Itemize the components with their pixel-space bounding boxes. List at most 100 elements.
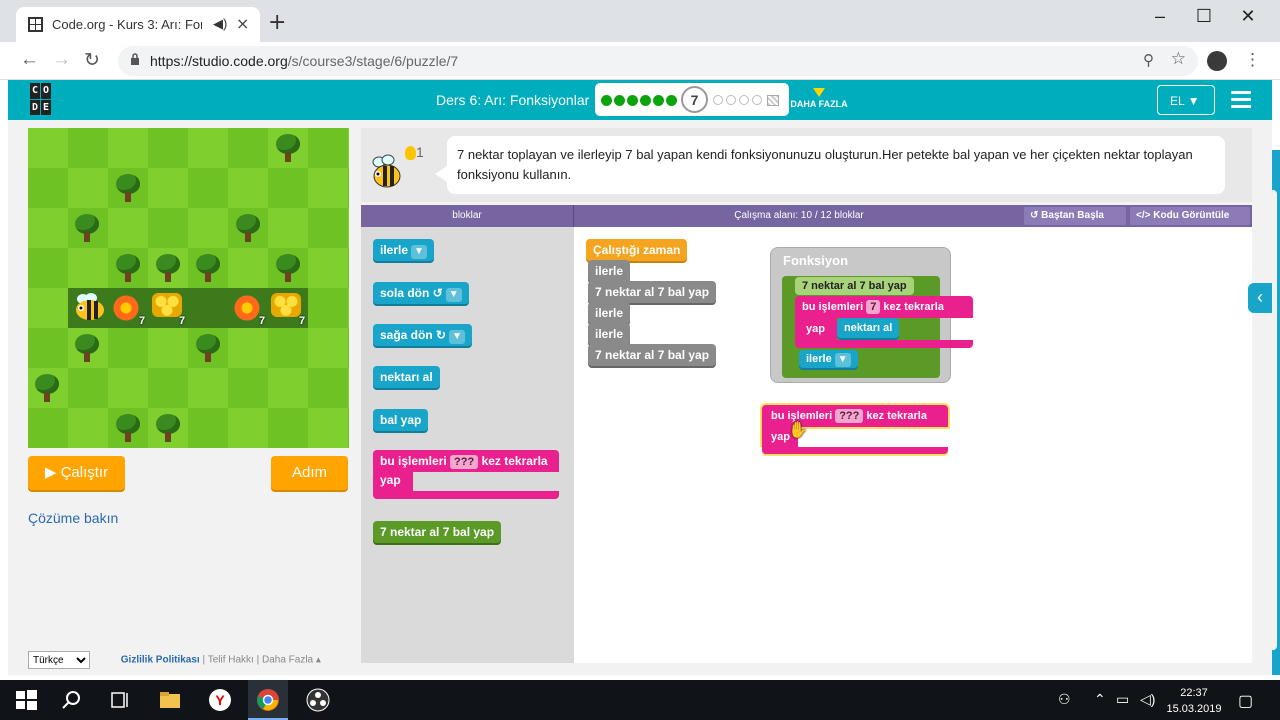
address-bar-row: ← → ↻ https://studio.code.org/s/course3/… [0, 42, 1280, 80]
windows-start-icon[interactable] [14, 688, 38, 712]
program-step[interactable]: ilerle [588, 260, 631, 282]
function-inner-block[interactable]: nektarı al [837, 318, 900, 338]
url-field[interactable]: https://studio.code.org/s/course3/stage/… [118, 46, 1198, 76]
browser-menu-icon[interactable]: ⋮ [1244, 50, 1261, 70]
progress-dot[interactable] [614, 95, 625, 106]
program-step[interactable]: ilerle [588, 323, 631, 345]
privacy-link[interactable]: Gizlilik Politikası [121, 655, 200, 666]
function-definition[interactable]: Fonksiyon 7 nektar al 7 bal yap bu işlem… [770, 247, 973, 383]
zoom-icon[interactable]: ⚲ [1143, 51, 1154, 69]
repeat-count-slot[interactable]: ??? [450, 455, 479, 469]
toolbox-turn-left-block[interactable]: sola dön ↺ ▼ [373, 282, 469, 304]
progress-dot[interactable] [713, 95, 723, 105]
obs-icon[interactable] [306, 688, 330, 712]
new-tab-button[interactable]: + [268, 10, 286, 35]
chrome-icon[interactable] [256, 688, 280, 712]
tray-chevron-icon[interactable]: ⌃ [1094, 691, 1106, 708]
progress-dot[interactable] [752, 95, 762, 105]
bookmark-star-icon[interactable]: ☆ [1171, 49, 1186, 69]
tree-icon [234, 214, 262, 244]
hint-lightbulb-icon[interactable]: 1 [405, 144, 424, 161]
workspace-header: bloklar Çalışma alanı: 10 / 12 bloklar ↺… [361, 205, 1252, 227]
url-domain: https://studio.code.org [150, 53, 288, 69]
minimize-icon[interactable]: – [1140, 6, 1180, 27]
reload-icon[interactable]: ↻ [84, 49, 100, 72]
progress-dot[interactable] [739, 95, 749, 105]
dropdown-arrow-icon[interactable]: ▼ [449, 330, 465, 344]
when-run-block[interactable]: Çalıştığı zaman [586, 239, 688, 261]
progress-dot[interactable] [653, 95, 664, 106]
program-step[interactable]: 7 nektar al 7 bal yap [588, 344, 717, 366]
progress-dot[interactable] [601, 95, 612, 106]
language-select[interactable]: EL ▼ [1157, 85, 1215, 115]
copyright-link[interactable]: Telif Hakkı [208, 655, 254, 666]
finish-flag-icon[interactable] [767, 95, 779, 106]
tree-icon [154, 254, 182, 284]
back-icon[interactable]: ← [20, 49, 39, 71]
repeat-count-slot[interactable]: 7 [866, 300, 881, 314]
progress-dot[interactable] [627, 95, 638, 106]
dropdown-arrow-icon[interactable]: ▼ [834, 353, 851, 367]
dropdown-arrow-icon[interactable]: ▼ [411, 245, 427, 259]
more-link[interactable]: Daha Fazla ▴ [262, 655, 321, 666]
toolbox-function-call-block[interactable]: 7 nektar al 7 bal yap [373, 521, 502, 543]
flower-icon [234, 295, 260, 321]
more-dropdown[interactable]: DAHA FAZLA [789, 88, 849, 109]
restart-icon: ↺ [1030, 210, 1039, 221]
yandex-browser-icon[interactable]: Y [208, 688, 232, 712]
collapse-panel-icon[interactable]: ‹ [1248, 283, 1272, 313]
search-icon[interactable] [60, 688, 84, 712]
toolbox-make-honey-block[interactable]: bal yap [373, 409, 429, 431]
forward-icon[interactable]: → [52, 49, 71, 71]
run-button[interactable]: ▶ Çalıştır [28, 456, 125, 490]
step-button[interactable]: Adım [271, 456, 348, 490]
function-name[interactable]: 7 nektar al 7 bal yap [795, 277, 914, 295]
toolbox-turn-right-block[interactable]: sağa dön ↻ ▼ [373, 324, 472, 346]
file-explorer-icon[interactable] [158, 688, 182, 712]
restart-button[interactable]: ↺ Baştan Başla [1024, 207, 1126, 225]
workspace-label: Çalışma alanı: 10 / 12 bloklar [734, 210, 864, 221]
function-title: Fonksiyon [783, 253, 849, 268]
close-window-icon[interactable]: ✕ [1228, 6, 1268, 27]
workspace-canvas[interactable]: Çalıştığı zaman ilerle 7 nektar al 7 bal… [574, 227, 1252, 663]
hamburger-menu-icon[interactable] [1231, 91, 1251, 112]
lesson-title[interactable]: Ders 6: Arı: Fonksiyonlar [436, 92, 589, 108]
speaker-icon[interactable]: ◀) [213, 16, 227, 32]
hand-cursor-icon: ✋ [788, 422, 808, 439]
network-icon[interactable]: ▭ [1116, 691, 1129, 708]
block-toolbox: ilerle ▼ sola dön ↺ ▼ sağa dön ↻ ▼ nektarı … [361, 227, 574, 663]
browser-tab[interactable]: Code.org - Kurs 3: Arı: Fonks ◀) × [16, 7, 260, 42]
repeat-count-slot[interactable]: ??? [835, 409, 864, 423]
tree-icon [114, 174, 142, 204]
show-code-button[interactable]: </> Kodu Görüntüle [1130, 207, 1250, 225]
people-icon[interactable]: ⚇ [1058, 691, 1071, 708]
tab-title: Code.org - Kurs 3: Arı: Fonks [52, 17, 202, 32]
toolbox-move-block[interactable]: ilerle ▼ [373, 239, 434, 261]
maximize-icon[interactable]: ☐ [1184, 6, 1224, 27]
progress-dot[interactable] [640, 95, 651, 106]
progress-dot[interactable] [726, 95, 736, 105]
flower-count: 7 [259, 315, 266, 327]
function-after-block[interactable]: ilerle ▼ [799, 350, 858, 368]
program-step[interactable]: 7 nektar al 7 bal yap [588, 281, 717, 303]
footer-language-select[interactable]: Türkçe [28, 651, 90, 669]
tree-icon [154, 414, 182, 444]
tree-icon [73, 214, 101, 244]
codeorg-favicon-icon [28, 17, 43, 32]
close-tab-icon[interactable]: × [236, 14, 249, 33]
toolbox-get-nectar-block[interactable]: nektarı al [373, 366, 440, 388]
codeorg-logo[interactable]: C O D E [30, 83, 62, 115]
program-step[interactable]: ilerle [588, 302, 631, 324]
volume-icon[interactable]: ◁) [1140, 691, 1155, 708]
notifications-icon[interactable]: ▢ [1238, 691, 1253, 711]
current-puzzle-number[interactable]: 7 [681, 86, 708, 113]
see-solution-link[interactable]: Çözüme bakın [28, 510, 118, 526]
system-clock[interactable]: 22:37 15.03.2019 [1164, 685, 1224, 717]
progress-dot[interactable] [666, 95, 677, 106]
browser-tab-bar: Code.org - Kurs 3: Arı: Fonks ◀) × + – ☐… [0, 0, 1280, 42]
flower-count: 7 [139, 315, 146, 327]
dropdown-arrow-icon[interactable]: ▼ [445, 288, 462, 302]
task-view-icon[interactable] [108, 688, 132, 712]
tree-icon [274, 254, 302, 284]
profile-avatar[interactable] [1207, 51, 1227, 71]
